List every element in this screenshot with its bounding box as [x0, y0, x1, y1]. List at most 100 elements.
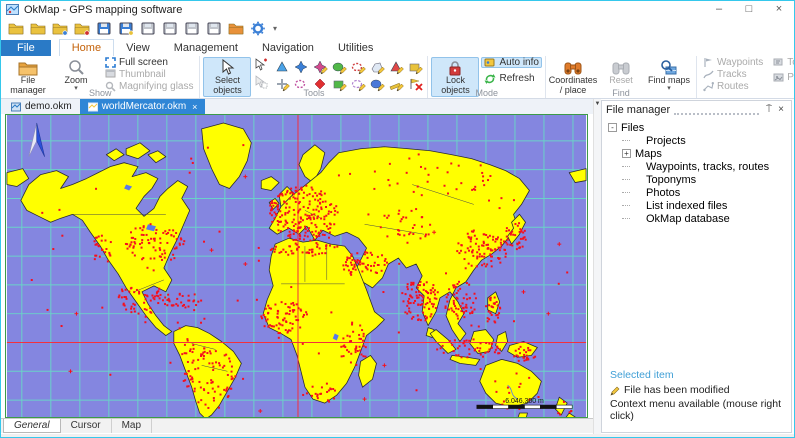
tree-item-waypoints-tracks-routes[interactable]: Waypoints, tracks, routes — [608, 160, 791, 173]
refresh-icon — [484, 73, 496, 85]
map-canvas[interactable]: 6.046.300 m — [5, 114, 588, 418]
padlock-icon — [447, 59, 463, 76]
app-icon — [6, 3, 19, 16]
thumbnail-button[interactable]: Thumbnail — [102, 69, 196, 80]
tab-management[interactable]: Management — [162, 40, 250, 56]
refresh-button[interactable]: Refresh — [481, 73, 541, 84]
ribbon-group-list: Waypoints Tracks Routes Toponyms — [697, 56, 795, 98]
photo-icon — [773, 72, 784, 83]
expander-icon[interactable]: + — [622, 149, 631, 158]
open-file-icon[interactable] — [7, 20, 25, 37]
waypoints-button[interactable]: Waypoints — [700, 57, 766, 68]
save-icon[interactable] — [95, 20, 113, 37]
pin-icon[interactable]: ⍑ — [763, 104, 775, 115]
settings-gear-icon[interactable] — [249, 20, 267, 37]
open-map-icon[interactable] — [29, 20, 47, 37]
tree-item-toponyms[interactable]: Toponyms — [608, 173, 791, 186]
svg-text:6.046.300 m: 6.046.300 m — [505, 398, 544, 405]
tree-item-okmap-database[interactable]: OkMap database — [608, 212, 791, 225]
qat-icons — [7, 20, 267, 37]
auto-info-button[interactable]: Auto info — [481, 57, 541, 68]
open-import-icon[interactable] — [51, 20, 69, 37]
toponym-tag-icon — [773, 57, 784, 68]
save-all-disabled-icon[interactable] — [161, 20, 179, 37]
window-resize-edge — [1, 434, 794, 437]
save-map-disabled-icon[interactable] — [139, 20, 157, 37]
thumbnail-icon — [105, 69, 116, 80]
full-screen-button[interactable]: Full screen — [102, 57, 196, 68]
auto-info-icon — [484, 57, 496, 68]
expander-icon[interactable]: - — [608, 123, 617, 132]
tree-item-photos[interactable]: Photos — [608, 186, 791, 199]
ribbon-group-tools: Select objects Tools — [200, 56, 428, 98]
tab-view[interactable]: View — [114, 40, 162, 56]
tab-map[interactable]: Map — [112, 419, 152, 433]
tool-7[interactable] — [387, 59, 405, 75]
find-maps-icon — [660, 59, 677, 76]
tab-navigation[interactable]: Navigation — [250, 40, 326, 56]
panel-close-icon[interactable]: × — [775, 104, 787, 115]
map-holder: 6.046.300 m — [1, 114, 593, 418]
binoculars-icon — [564, 59, 582, 76]
minimize-button[interactable]: – — [704, 1, 734, 18]
photos-button[interactable]: Photos — [770, 72, 795, 83]
tracks-button[interactable]: Tracks — [700, 69, 766, 80]
open-recent-icon[interactable] — [73, 20, 91, 37]
app-window: OkMap - GPS mapping software – □ × ▾ Fil… — [0, 0, 795, 438]
status-tabs: General Cursor Map — [1, 418, 593, 433]
context-menu-hint: Context menu available (mouse right clic… — [610, 398, 783, 422]
tree-item-list-indexed-files[interactable]: List indexed files — [608, 199, 791, 212]
tool-8[interactable] — [406, 59, 424, 75]
tab-general[interactable]: General — [3, 419, 61, 433]
map-file-icon — [88, 102, 98, 112]
full-screen-icon — [105, 57, 116, 68]
select-add-tool[interactable] — [252, 57, 270, 73]
tab-utilities[interactable]: Utilities — [326, 40, 385, 56]
reset-button[interactable]: Reset — [597, 57, 645, 88]
tree-item-projects[interactable]: Projects — [608, 134, 791, 147]
doc-tab-demo[interactable]: demo.okm — [3, 99, 80, 114]
print-disabled-icon[interactable] — [205, 20, 223, 37]
collapse-arrow-icon[interactable]: ▼ — [595, 101, 601, 107]
selected-item-info: Selected item File has been modified Con… — [602, 369, 791, 432]
tree-item-files[interactable]: - Files — [608, 121, 791, 134]
pencil-icon — [610, 385, 620, 396]
document-tabs: demo.okm worldMercator.okm × — [1, 99, 593, 114]
tab-home[interactable]: Home — [59, 39, 114, 56]
ribbon-group-show: File manager Zoom ▾ Full screen Thumbnai… — [1, 56, 200, 98]
qat-overflow-icon[interactable]: ▾ — [273, 24, 277, 33]
modified-text: File has been modified — [624, 384, 730, 396]
cursor-arrow-icon — [220, 59, 235, 76]
map-file-icon — [11, 102, 21, 112]
tool-5[interactable] — [349, 59, 367, 75]
doc-tab-worldmercator[interactable]: worldMercator.okm × — [80, 99, 206, 114]
panel-title: File manager — [606, 104, 670, 116]
ribbon: File manager Zoom ▾ Full screen Thumbnai… — [1, 56, 794, 99]
tool-6[interactable] — [368, 59, 386, 75]
home-folder-icon[interactable] — [227, 20, 245, 37]
panel-splitter[interactable]: ▼ — [593, 99, 601, 434]
close-button[interactable]: × — [764, 1, 794, 18]
export-disabled-icon[interactable] — [183, 20, 201, 37]
ribbon-group-find: Coordinates / place Reset Find maps ▾ Fi… — [546, 56, 697, 98]
selected-item-title: Selected item — [610, 369, 783, 381]
tab-file[interactable]: File — [1, 40, 51, 56]
maximize-button[interactable]: □ — [734, 1, 764, 18]
ribbon-group-mode: Lock objects Auto info Refresh Mode — [428, 56, 545, 98]
tree-item-maps[interactable]: + Maps — [608, 147, 791, 160]
file-tree: - Files Projects + Maps Waypoints, track… — [602, 118, 791, 225]
window-title: OkMap - GPS mapping software — [24, 4, 182, 16]
folder-icon — [18, 59, 38, 76]
file-manager-panel: File manager ⍑ × - Files Projects + Maps — [601, 100, 792, 433]
tool-3[interactable] — [311, 59, 329, 75]
close-tab-icon[interactable]: × — [192, 102, 197, 112]
tool-1[interactable] — [273, 59, 291, 75]
tool-4[interactable] — [330, 59, 348, 75]
panel-header: File manager ⍑ × — [602, 101, 791, 118]
tab-cursor[interactable]: Cursor — [61, 419, 112, 433]
waypoint-flag-icon — [703, 57, 714, 68]
save-as-icon[interactable] — [117, 20, 135, 37]
tool-2[interactable] — [292, 59, 310, 75]
title-bar: OkMap - GPS mapping software – □ × — [1, 1, 794, 18]
toponyms-button[interactable]: Toponyms — [770, 57, 795, 68]
